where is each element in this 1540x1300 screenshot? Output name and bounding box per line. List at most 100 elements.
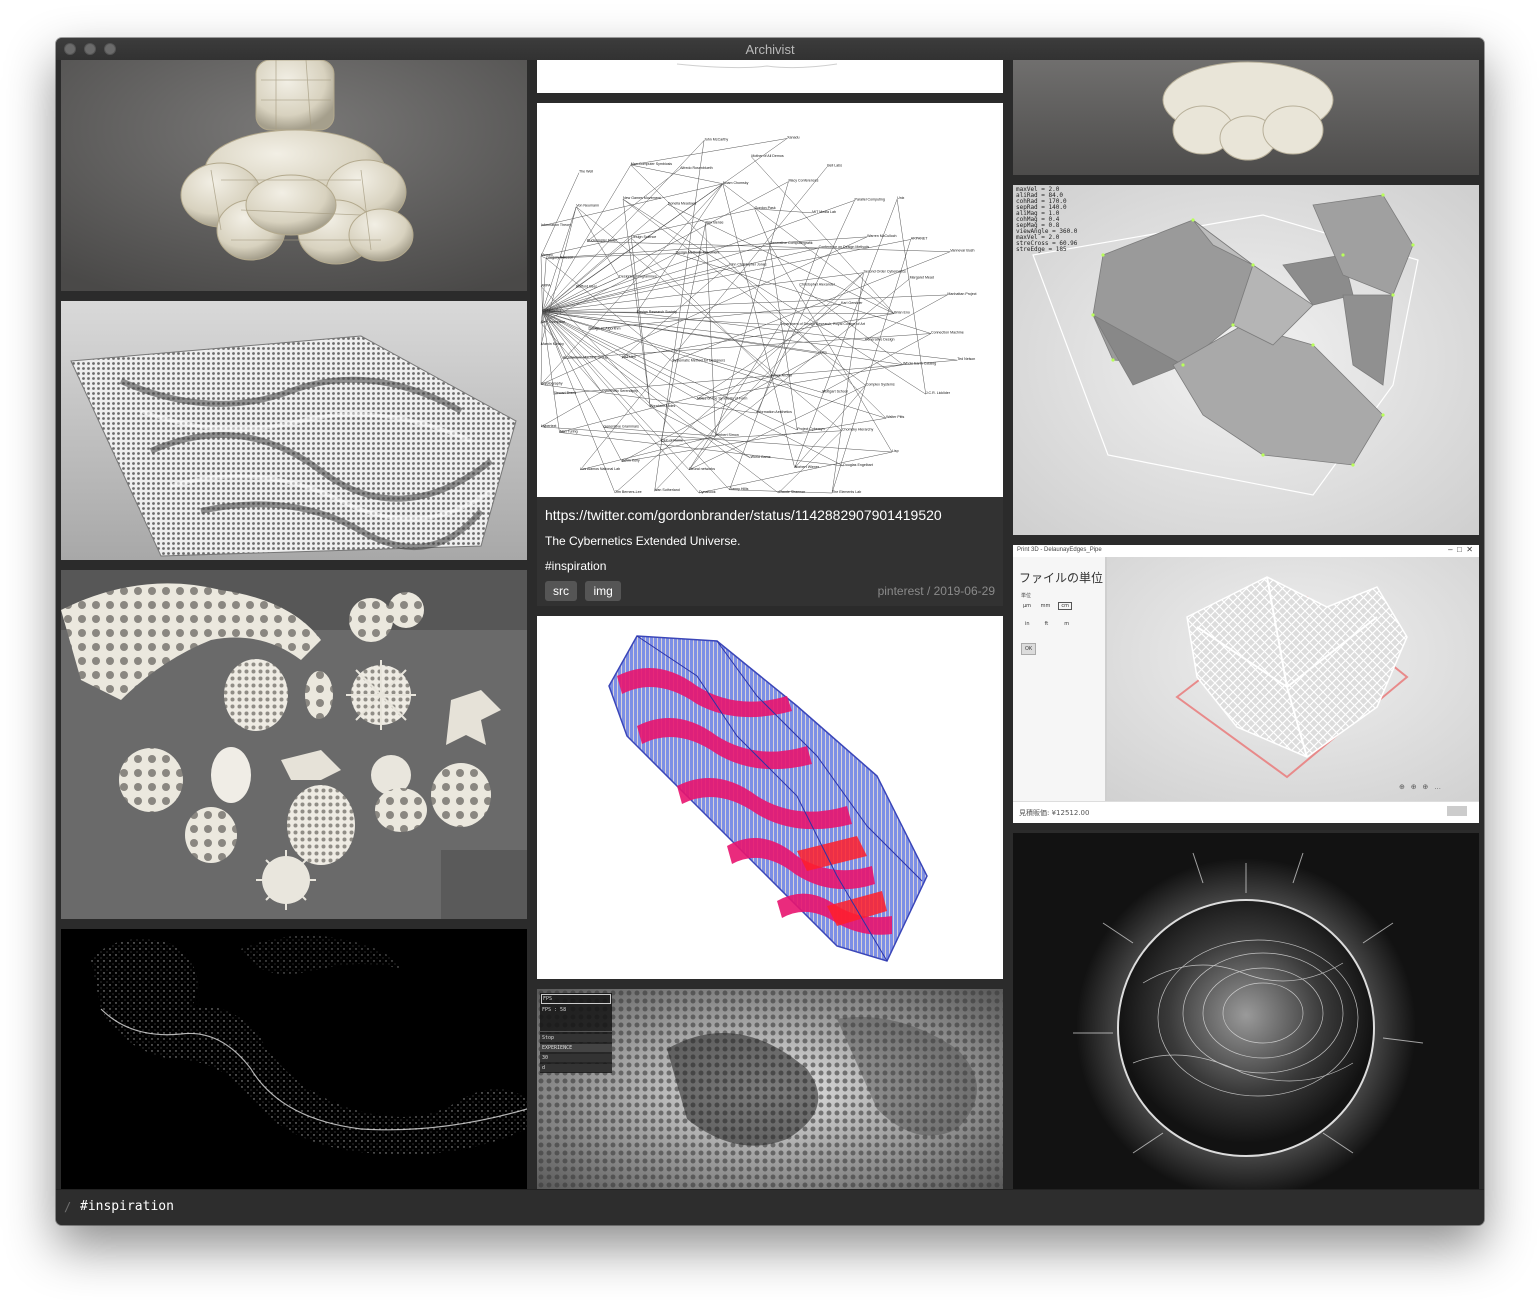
network-node-label: World Game [751,455,771,459]
fps-item[interactable]: d [540,1064,612,1072]
src-button[interactable]: src [545,581,577,601]
network-node-label: Whole Earth Catalog [903,362,936,366]
print3d-action-button[interactable] [1447,806,1467,816]
network-node-label: Stafford Beer [576,285,598,289]
network-node-label: Herbert Simon [716,433,739,437]
network-node-label: Designing Programmes [619,274,657,278]
image-card-top-partial[interactable] [537,60,1003,93]
network-node-label: Douglas Engelbart [843,463,873,467]
network-node-label: Buckminster Fuller [587,238,618,242]
network-node-label: Bruce Archer [771,374,793,378]
network-node-label: Gordon Pask [755,206,776,210]
image-card-ceramic-sculpture[interactable] [61,60,527,291]
ceramic-sculpture-image [61,60,527,291]
network-node-label: Systematic Method for Designers [672,358,725,362]
network-node-label: Walter Pitts [886,415,904,419]
network-node-label: Kevin Kelly [622,459,640,463]
search-prefix: / [64,1200,72,1214]
network-node-label: Abraham Moles [650,404,675,408]
network-node-label: Neural networks [689,467,715,471]
network-node-label: Information Aesthetics [757,410,793,414]
image-card-print3d-dialog[interactable]: Print 3D - DelaunayEdges_Pipe – □ ✕ ファイル… [1013,545,1479,823]
network-node-label: Connection Machine [931,331,964,335]
unit-option[interactable]: m [1064,621,1076,627]
network-node-label: Noam Chomsky [723,181,749,185]
img-button[interactable]: img [585,581,621,601]
cybernetics-network-image: Department of Design Research, Royal Col… [537,103,1003,497]
network-node-label: HfG Ulm [622,355,636,359]
print3d-ok-button[interactable]: OK [1021,643,1037,655]
network-node-label: MIT Media Lab [812,210,836,214]
network-node-label: Generative Grammars [603,425,639,429]
network-node-label: Marvin Minsky [541,342,564,346]
network-node-label: Design Research Society [637,310,678,314]
card-description: The Cybernetics Extended Universe. [545,534,741,548]
network-node-label: Generative Computergrafik [769,241,812,245]
search-bar[interactable]: / #inspiration [56,1189,1484,1225]
network-node-label: Christopher Alexander [799,283,835,287]
debug-parameters: maxVel = 2.0 aliRad = 84.0 cohRad = 170.… [1016,187,1077,253]
card-actions: src img pinterest / 2019-06-29 [545,581,995,601]
network-node-label: Cybernetics [542,309,561,313]
unit-option-selected[interactable]: cm [1058,602,1073,610]
network-node-label: Unix [897,196,904,200]
network-node-label: Design as Algorithm [589,326,621,330]
print3d-sidebar: ファイルの単位 単位 μm mm cm in ft m OK [1013,557,1107,801]
network-node-label: Club of Rome [661,439,683,443]
unit-option[interactable]: ft [1045,621,1063,627]
fps-readout: FPS : 58 [540,1005,612,1032]
image-card-cybernetics-network[interactable]: Department of Design Research, Royal Col… [537,103,1003,606]
unit-option[interactable]: mm [1041,603,1057,609]
image-card-parametric-surface[interactable] [537,616,1003,979]
network-node-label: John McCarthy [704,138,728,142]
search-query[interactable]: #inspiration [80,1199,174,1214]
top-partial-image [537,60,1003,93]
fps-panel-title: FPS [541,994,611,1004]
image-card-fractal-render[interactable]: FPS FPS : 58 Stop EXPERIENCE 30 d [537,989,1003,1190]
fps-panel: FPS FPS : 58 Stop EXPERIENCE 30 d [540,993,612,1073]
card-source-url[interactable]: https://twitter.com/gordonbrander/status… [545,507,995,523]
network-node-label: Xanadu [787,135,799,139]
network-node-label: Cryptography [541,382,563,386]
card-tag[interactable]: #inspiration [545,559,995,573]
network-node-label: New Games Movement [623,196,661,200]
svg-text:⊕ ⊕ ⊕ …: ⊕ ⊕ ⊕ … [1399,784,1441,791]
image-card-particle-sphere[interactable] [1013,833,1479,1190]
network-node-label: Danny Hillis [730,487,749,491]
network-node-label: Parallel Computing [855,197,885,201]
network-node-label: Stewart Brand [553,391,576,395]
image-card-radiolaria-prints[interactable] [61,570,527,919]
card-meta: pinterest / 2019-06-29 [877,584,995,598]
window-title: Archivist [745,42,795,57]
unit-option[interactable]: μm [1023,603,1039,609]
network-node-label: Ken Thompson [541,320,565,324]
network-node-label: Vannevar Bush [950,249,974,253]
print3d-price[interactable]: 見積販価: ¥12512.00 [1019,808,1089,818]
title-bar: Archivist [56,38,1484,61]
network-node-label: Complex Systems [866,382,895,386]
network-node-label: Alan Turing [559,429,577,433]
network-node-label: ARPA [541,283,551,287]
network-node-label: Norbert Wiener [795,465,820,469]
unit-option[interactable]: in [1025,621,1043,627]
print3d-window-controls: – □ ✕ [1448,545,1473,554]
print3d-title: Print 3D - DelaunayEdges_Pipe [1017,547,1102,553]
fps-item[interactable]: EXPERIENCE [540,1044,612,1052]
network-node-label: Max Bense [706,221,724,225]
network-node-label: Lisp [892,449,899,453]
fps-item[interactable]: 30 [540,1054,612,1062]
print3d-units: μm mm cm [1023,602,1073,610]
image-card-wave-surface[interactable] [61,301,527,560]
network-node-label: Cybernetic Serendipity [602,389,638,393]
network-node-label: Tim Berners-Lee [615,490,642,494]
parametric-surface-image [537,616,1003,979]
network-node-label: Chomsky Hierarchy [842,428,874,432]
print3d-footer: 見積販価: ¥12512.00 [1013,801,1479,823]
network-node-label: Warren McCulloch [867,234,896,238]
print3d-heading: ファイルの単位 [1019,571,1104,585]
image-card-lowpoly-mesh[interactable]: maxVel = 2.0 aliRad = 84.0 cohRad = 170.… [1013,185,1479,535]
image-card-ceramic-base[interactable] [1013,60,1479,175]
image-card-particle-cloud[interactable] [61,929,527,1190]
network-node-label: ARPANET [911,236,929,240]
fps-item[interactable]: Stop [540,1034,612,1042]
